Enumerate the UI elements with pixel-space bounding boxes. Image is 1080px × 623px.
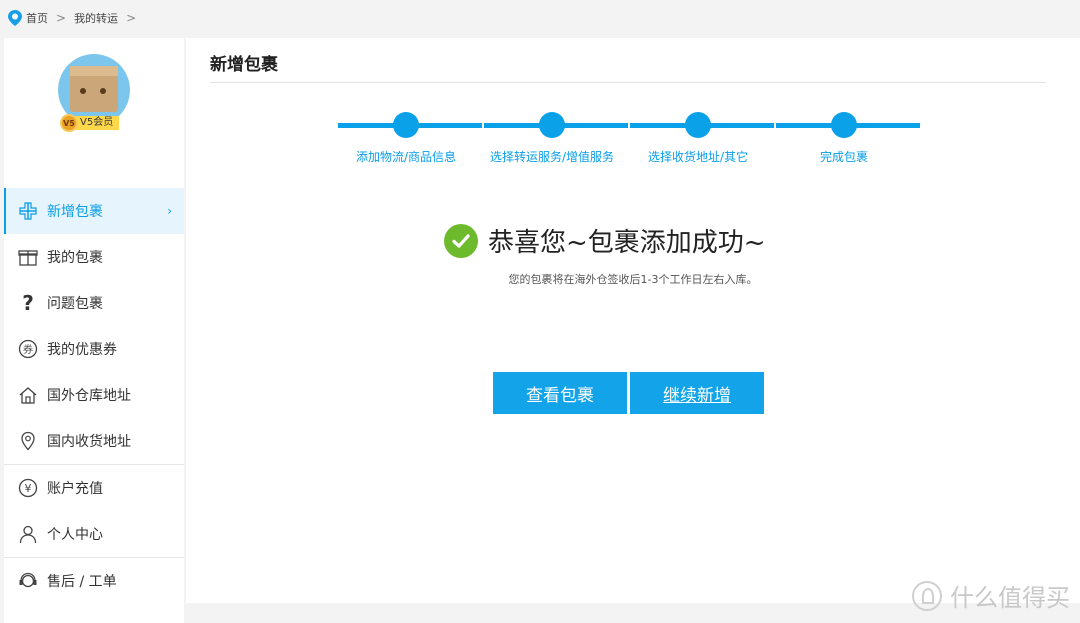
step-label-3: 选择收货地址/其它: [647, 150, 749, 164]
page-title: 新增包裹: [210, 55, 278, 75]
house-icon: [18, 385, 38, 405]
view-package-button[interactable]: 查看包裹: [493, 372, 627, 414]
main-panel: 新增包裹 添加物流/商品信息 选择转运服务/增值服务 选择收货地址/其它 完成包…: [186, 38, 1080, 603]
breadcrumb: 首页 > 我的转运 >: [0, 0, 1080, 36]
location-pin-icon: [8, 10, 22, 26]
success-subtitle: 您的包裹将在海外仓签收后1-3个工作日左右入库。: [508, 273, 758, 286]
sidebar-item-domestic-address[interactable]: 国内收货地址: [4, 418, 184, 464]
sidebar-item-label: 我的包裹: [47, 250, 103, 266]
step-dot: [831, 112, 857, 138]
sidebar-item-my-packages[interactable]: 我的包裹: [4, 234, 184, 280]
sidebar-item-problem-packages[interactable]: ? 问题包裹: [4, 280, 184, 326]
watermark: 什么值得买: [912, 578, 1070, 613]
plus-icon: [18, 201, 38, 221]
step-label-2: 选择转运服务/增值服务: [489, 150, 615, 164]
progress-steps: 添加物流/商品信息 选择转运服务/增值服务 选择收货地址/其它 完成包裹: [338, 110, 922, 170]
sidebar-item-label: 账户充值: [47, 481, 103, 497]
continue-add-button[interactable]: 继续新增: [630, 372, 764, 414]
watermark-logo-icon: [912, 580, 942, 611]
sidebar-item-label: 新增包裹: [47, 204, 103, 220]
sidebar-item-personal-center[interactable]: 个人中心: [4, 511, 184, 557]
divider: [210, 82, 1046, 83]
svg-text:¥: ¥: [25, 482, 32, 495]
chevron-right-icon: >: [56, 11, 67, 25]
step-label-4: 完成包裹: [819, 150, 869, 164]
sidebar-item-recharge[interactable]: ¥ 账户充值: [4, 465, 184, 511]
sidebar-item-overseas-warehouse[interactable]: 国外仓库地址: [4, 372, 184, 418]
yen-icon: ¥: [18, 478, 38, 498]
vip-coin-icon: V5: [60, 114, 78, 132]
vip-label: V5会员: [72, 116, 120, 130]
headset-icon: [18, 571, 38, 591]
success-title: 恭喜您~包裹添加成功~: [488, 228, 766, 258]
watermark-text: 什么值得买: [950, 584, 1070, 612]
breadcrumb-current[interactable]: 我的转运: [74, 10, 118, 26]
success-message: 恭喜您~包裹添加成功~: [444, 222, 766, 259]
step-dot: [539, 112, 565, 138]
gift-icon: [18, 247, 38, 267]
chevron-right-icon: >: [126, 11, 137, 25]
step-dot: [393, 112, 419, 138]
step-dot: [685, 112, 711, 138]
sidebar-item-coupons[interactable]: 券 我的优惠券: [4, 326, 184, 372]
question-icon: ?: [22, 291, 34, 315]
breadcrumb-home[interactable]: 首页: [26, 10, 48, 26]
sidebar-item-label: 我的优惠券: [47, 342, 117, 358]
sidebar-item-label: 问题包裹: [47, 296, 103, 312]
sidebar-item-label: 国外仓库地址: [47, 388, 131, 404]
vip-badge: V5 V5会员: [60, 114, 130, 132]
chevron-right-icon: ›: [167, 204, 172, 218]
check-circle-icon: [444, 223, 478, 258]
sidebar-item-label: 个人中心: [47, 527, 103, 543]
step-label-1: 添加物流/商品信息: [355, 150, 457, 164]
user-icon: [18, 524, 38, 544]
sidebar-nav: 新增包裹 › 我的包裹 ? 问题包裹 券 我的优惠券 国外仓库地址 国内收货地址…: [4, 188, 184, 604]
sidebar-item-after-sales[interactable]: 售后 / 工单: [4, 558, 184, 604]
sidebar-item-new-package[interactable]: 新增包裹 ›: [4, 188, 184, 234]
coupon-icon: 券: [18, 339, 38, 359]
location-pin-icon: [18, 431, 38, 451]
sidebar: V5 V5会员 新增包裹 › 我的包裹 ? 问题包裹 券 我的优惠券 国外仓库地…: [4, 38, 184, 623]
svg-text:券: 券: [23, 343, 33, 356]
sidebar-item-label: 售后 / 工单: [47, 574, 117, 590]
sidebar-item-label: 国内收货地址: [47, 434, 131, 450]
user-profile[interactable]: V5 V5会员: [58, 54, 134, 132]
